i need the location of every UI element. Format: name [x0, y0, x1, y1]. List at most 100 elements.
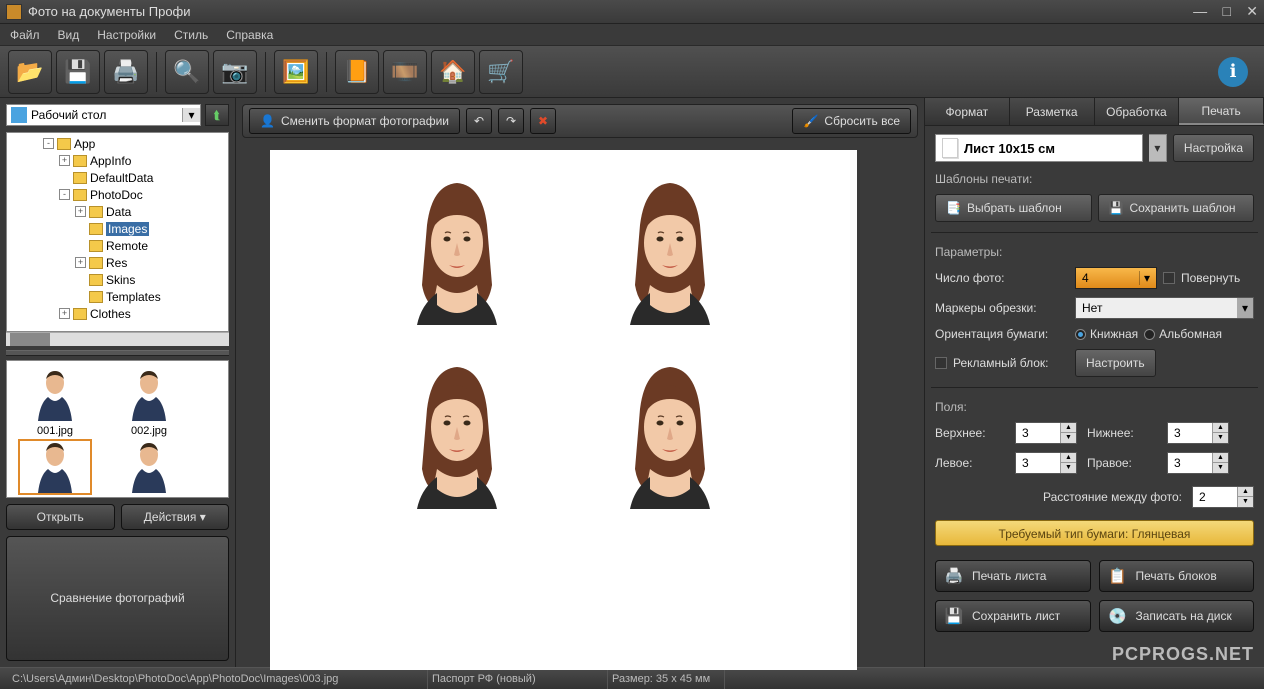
thumbnail-item[interactable]: 002.jpg — [103, 367, 195, 437]
tree-expander[interactable]: - — [59, 189, 70, 200]
tree-scrollbar[interactable] — [6, 332, 229, 346]
tree-item[interactable]: Skins — [7, 271, 228, 288]
info-button[interactable]: ℹ — [1218, 57, 1248, 87]
rotate-left-button[interactable]: ↶ — [466, 108, 492, 134]
tree-expander[interactable]: + — [75, 257, 86, 268]
actions-button[interactable]: Действия ▾ — [121, 504, 230, 530]
thumbnail-item[interactable]: 003.jpg — [9, 439, 101, 498]
photo-view-button[interactable]: 🖼️ — [274, 50, 318, 94]
splitter[interactable] — [6, 350, 229, 356]
menu-style[interactable]: Стиль — [174, 28, 208, 42]
status-path: C:\Users\Админ\Desktop\PhotoDoc\App\Phot… — [8, 668, 428, 689]
orientation-landscape-radio[interactable]: Альбомная — [1144, 327, 1222, 341]
tree-item[interactable]: -App — [7, 135, 228, 152]
tree-expander[interactable]: + — [59, 308, 70, 319]
folder-icon — [89, 240, 103, 252]
tab-format[interactable]: Формат — [925, 98, 1010, 125]
camera-button[interactable]: 📷 — [213, 50, 257, 94]
rotate-right-button[interactable]: ↷ — [498, 108, 524, 134]
folder-icon — [73, 155, 87, 167]
location-dropdown-icon[interactable]: ▾ — [182, 108, 200, 122]
crop-markers-combo[interactable]: Нет▾ — [1075, 297, 1254, 319]
tree-item[interactable]: DefaultData — [7, 169, 228, 186]
video-button[interactable]: 🎞️ — [383, 50, 427, 94]
reset-all-button[interactable]: 🖌️ Сбросить все — [792, 108, 911, 134]
canvas[interactable] — [242, 144, 918, 661]
location-combo[interactable]: Рабочий стол ▾ — [6, 104, 201, 126]
thumbnail-filename: 6.jpg — [103, 497, 195, 498]
folder-tree[interactable]: -App+AppInfoDefaultData-PhotoDoc+DataIma… — [6, 132, 229, 332]
choose-template-button[interactable]: 📑Выбрать шаблон — [935, 194, 1092, 222]
minimize-button[interactable]: — — [1193, 3, 1207, 19]
tab-processing[interactable]: Обработка — [1095, 98, 1180, 125]
rotate-checkbox[interactable] — [1163, 272, 1175, 284]
print-blocks-button[interactable]: 📋Печать блоков — [1099, 560, 1255, 592]
photo-cell[interactable] — [360, 344, 555, 514]
tree-item[interactable]: Images — [7, 220, 228, 237]
tree-item[interactable]: +Data — [7, 203, 228, 220]
configure-ad-button[interactable]: Настроить — [1075, 349, 1156, 377]
thumbnail-item[interactable]: 6.jpg — [103, 439, 195, 498]
tree-label: Templates — [106, 290, 161, 304]
person-icon: 👤 — [260, 114, 275, 128]
photo-cell[interactable] — [360, 160, 555, 330]
photo-cell[interactable] — [573, 160, 768, 330]
delete-button[interactable]: ✖ — [530, 108, 556, 134]
change-format-button[interactable]: 👤 Сменить формат фотографии — [249, 108, 460, 134]
print-sheet-button[interactable]: 🖨️Печать листа — [935, 560, 1091, 592]
orientation-label: Ориентация бумаги: — [935, 327, 1065, 341]
location-text: Рабочий стол — [31, 108, 182, 122]
ad-block-checkbox[interactable] — [935, 357, 947, 369]
margin-top-spinner[interactable]: 3▲▼ — [1015, 422, 1077, 444]
tree-item[interactable]: +Clothes — [7, 305, 228, 322]
close-button[interactable]: ✕ — [1246, 3, 1258, 19]
menu-view[interactable]: Вид — [58, 28, 80, 42]
blocks-icon: 📋 — [1108, 566, 1128, 586]
menu-settings[interactable]: Настройки — [97, 28, 156, 42]
menu-help[interactable]: Справка — [226, 28, 273, 42]
compare-photos-button[interactable]: Сравнение фотографий — [6, 536, 229, 662]
thumbnail-item[interactable]: 001.jpg — [9, 367, 101, 437]
gap-spinner[interactable]: 2▲▼ — [1192, 486, 1254, 508]
tree-expander[interactable]: + — [75, 206, 86, 217]
tree-item[interactable]: Templates — [7, 288, 228, 305]
paper-size-combo[interactable]: Лист 10x15 см — [935, 134, 1143, 162]
tree-item[interactable]: +AppInfo — [7, 152, 228, 169]
thumbnail-filename: 001.jpg — [9, 425, 101, 437]
margin-left-spinner[interactable]: 3▲▼ — [1015, 452, 1077, 474]
save-button[interactable]: 💾 — [56, 50, 100, 94]
print-button[interactable]: 🖨️ — [104, 50, 148, 94]
save-template-button[interactable]: 💾Сохранить шаблон — [1098, 194, 1255, 222]
photo-cell[interactable] — [573, 344, 768, 514]
maximize-button[interactable]: □ — [1222, 3, 1230, 19]
folder-icon — [89, 257, 103, 269]
orientation-portrait-radio[interactable]: Книжная — [1075, 327, 1138, 341]
home-button[interactable]: 🏠 — [431, 50, 475, 94]
folder-up-button[interactable]: ⮬ — [205, 104, 229, 126]
tree-expander[interactable]: - — [43, 138, 54, 149]
tree-item[interactable]: +Res — [7, 254, 228, 271]
tree-item[interactable]: -PhotoDoc — [7, 186, 228, 203]
paper-dropdown-icon[interactable]: ▾ — [1149, 134, 1167, 162]
zoom-button[interactable]: 🔍 — [165, 50, 209, 94]
paper-settings-button[interactable]: Настройка — [1173, 134, 1254, 162]
tree-expander[interactable]: + — [59, 155, 70, 166]
tab-layout[interactable]: Разметка — [1010, 98, 1095, 125]
photo-count-combo[interactable]: 4▾ — [1075, 267, 1157, 289]
margin-right-spinner[interactable]: 3▲▼ — [1167, 452, 1229, 474]
tab-print[interactable]: Печать — [1179, 98, 1264, 125]
margin-bottom-spinner[interactable]: 3▲▼ — [1167, 422, 1229, 444]
open-folder-button[interactable]: 📂 — [8, 50, 52, 94]
open-file-button[interactable]: Открыть — [6, 504, 115, 530]
menu-file[interactable]: Файл — [10, 28, 40, 42]
disc-icon: 💿 — [1108, 606, 1128, 626]
cart-button[interactable]: 🛒 — [479, 50, 523, 94]
folder-icon — [89, 206, 103, 218]
help-button[interactable]: 📙 — [335, 50, 379, 94]
thumbnails: 001.jpg002.jpg003.jpg6.jpg — [6, 360, 229, 498]
tree-item[interactable]: Remote — [7, 237, 228, 254]
burn-disc-button[interactable]: 💿Записать на диск — [1099, 600, 1255, 632]
gap-label: Расстояние между фото: — [1043, 490, 1182, 504]
main-toolbar: 📂 💾 🖨️ 🔍 📷 🖼️ 📙 🎞️ 🏠 🛒 ℹ — [0, 46, 1264, 98]
save-sheet-button[interactable]: 💾Сохранить лист — [935, 600, 1091, 632]
